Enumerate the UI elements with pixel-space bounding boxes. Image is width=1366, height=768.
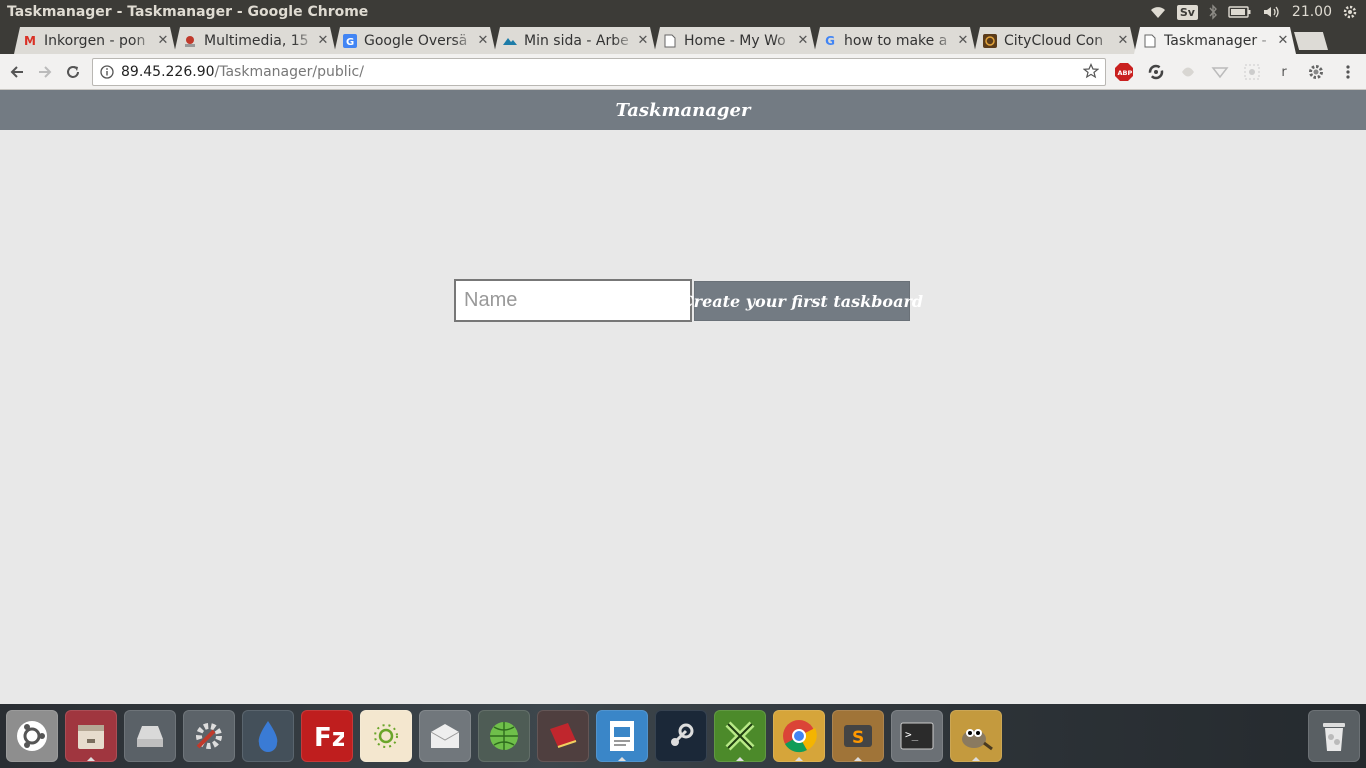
bookmark-star-icon[interactable] bbox=[1082, 63, 1100, 83]
forward-arrow-icon bbox=[39, 66, 52, 78]
terminal-icon[interactable]: >_ bbox=[891, 710, 943, 762]
reload-icon bbox=[67, 66, 79, 78]
system-tray: Sv 21.00 bbox=[1149, 4, 1366, 20]
google-icon: G bbox=[825, 33, 835, 48]
book-icon[interactable] bbox=[537, 710, 589, 762]
tab-multimedia[interactable]: Multimedia, 15 ✕ bbox=[174, 27, 336, 54]
tab-min-sida[interactable]: Min sida - Arbe ✕ bbox=[494, 27, 656, 54]
sync-icon[interactable] bbox=[1147, 63, 1165, 81]
gimp-icon[interactable] bbox=[950, 710, 1002, 762]
sublime-text-icon[interactable]: S bbox=[832, 710, 884, 762]
ubuntu-home-icon[interactable] bbox=[6, 710, 58, 762]
browser-tab-strip: M Inkorgen - pon ✕ Multimedia, 15 ✕ G Go… bbox=[0, 24, 1366, 64]
tab-close-icon[interactable]: ✕ bbox=[1276, 33, 1290, 48]
citycloud-icon bbox=[982, 33, 998, 49]
multimedia-icon bbox=[182, 33, 198, 49]
mail-icon[interactable] bbox=[419, 710, 471, 762]
clock[interactable]: 21.00 bbox=[1292, 4, 1332, 20]
tab-label: Inkorgen - pon bbox=[44, 32, 146, 49]
r-icon[interactable]: r bbox=[1275, 63, 1293, 81]
grid-icon[interactable] bbox=[1243, 63, 1261, 81]
liquid-drop-icon[interactable] bbox=[242, 710, 294, 762]
page-icon bbox=[1142, 33, 1158, 49]
tab-label: Min sida - Arbe bbox=[524, 32, 629, 49]
tab-citycloud[interactable]: CityCloud Con ✕ bbox=[974, 27, 1136, 54]
settings-icon[interactable] bbox=[1307, 63, 1325, 81]
tab-close-icon[interactable]: ✕ bbox=[156, 33, 170, 48]
tab-google-search[interactable]: G how to make a ✕ bbox=[814, 27, 976, 54]
tab-home-my-work[interactable]: Home - My Wo ✕ bbox=[654, 27, 816, 54]
os-top-panel: Taskmanager - Taskmanager - Google Chrom… bbox=[0, 0, 1366, 24]
browser-toolbar: 89.45.226.90/Taskmanager/public/ ABP r bbox=[0, 54, 1366, 90]
session-gear-icon[interactable] bbox=[1342, 4, 1358, 20]
back-arrow-icon bbox=[10, 66, 23, 78]
new-tab-button[interactable] bbox=[1294, 32, 1328, 50]
tab-label: Home - My Wo bbox=[684, 32, 786, 49]
tab-close-icon[interactable]: ✕ bbox=[956, 33, 970, 48]
tab-label: Google Översä bbox=[364, 32, 468, 49]
tab-close-icon[interactable]: ✕ bbox=[1116, 33, 1130, 48]
svg-text:Fz: Fz bbox=[314, 723, 344, 753]
adblock-icon[interactable]: ABP bbox=[1115, 63, 1133, 81]
filezilla-icon[interactable]: Fz bbox=[301, 710, 353, 762]
wifi-icon[interactable] bbox=[1149, 5, 1167, 19]
arbetsformedlingen-icon bbox=[502, 33, 518, 49]
keyboard-layout-indicator[interactable]: Sv bbox=[1176, 4, 1198, 20]
tab-close-icon[interactable]: ✕ bbox=[636, 33, 650, 48]
back-button[interactable] bbox=[6, 61, 28, 83]
battery-icon[interactable] bbox=[1228, 5, 1252, 19]
xchat-icon[interactable] bbox=[714, 710, 766, 762]
volume-icon[interactable] bbox=[1262, 5, 1282, 19]
tab-close-icon[interactable]: ✕ bbox=[316, 33, 330, 48]
site-info-icon[interactable] bbox=[93, 65, 121, 79]
page-content: Create your first taskboard bbox=[0, 130, 1366, 704]
sunflower-icon[interactable] bbox=[360, 710, 412, 762]
google-translate-icon: G bbox=[342, 33, 358, 49]
taskboard-name-input[interactable] bbox=[454, 279, 692, 322]
url-host: 89.45.226.90 bbox=[121, 64, 215, 80]
svg-text:S: S bbox=[852, 728, 864, 748]
reload-button[interactable] bbox=[62, 61, 84, 83]
tab-close-icon[interactable]: ✕ bbox=[476, 33, 490, 48]
steam-icon[interactable] bbox=[655, 710, 707, 762]
svg-text:G: G bbox=[346, 37, 354, 48]
tab-label: Multimedia, 15 bbox=[204, 32, 309, 49]
pocket-icon[interactable] bbox=[1179, 63, 1197, 81]
app-header: Taskmanager bbox=[0, 90, 1366, 130]
bluetooth-icon[interactable] bbox=[1208, 4, 1218, 20]
chrome-icon[interactable] bbox=[773, 710, 825, 762]
writer-icon[interactable] bbox=[596, 710, 648, 762]
tab-google-translate[interactable]: G Google Översä ✕ bbox=[334, 27, 496, 54]
trash-icon[interactable] bbox=[1308, 710, 1360, 762]
tab-label: how to make a bbox=[844, 32, 948, 49]
files-icon[interactable] bbox=[65, 710, 117, 762]
create-taskboard-button[interactable]: Create your first taskboard bbox=[681, 281, 923, 321]
svg-text:>_: >_ bbox=[905, 728, 919, 741]
system-settings-icon[interactable] bbox=[183, 710, 235, 762]
disks-icon[interactable] bbox=[124, 710, 176, 762]
network-globe-icon[interactable] bbox=[478, 710, 530, 762]
unity-launcher: Fz S >_ bbox=[0, 704, 1366, 768]
tab-label: CityCloud Con bbox=[1004, 32, 1104, 49]
tab-label: Taskmanager - bbox=[1164, 32, 1267, 49]
tab-gmail[interactable]: M Inkorgen - pon ✕ bbox=[14, 27, 176, 54]
address-bar[interactable]: 89.45.226.90/Taskmanager/public/ bbox=[92, 58, 1106, 86]
browser-menu-icon[interactable] bbox=[1339, 63, 1357, 81]
window-title: Taskmanager - Taskmanager - Google Chrom… bbox=[7, 4, 369, 20]
tab-taskmanager[interactable]: Taskmanager - ✕ bbox=[1134, 27, 1296, 54]
svg-text:ABP: ABP bbox=[1118, 69, 1133, 77]
gmail-icon: M bbox=[24, 33, 36, 48]
page-icon bbox=[662, 33, 678, 49]
url-path: /Taskmanager/public/ bbox=[214, 64, 364, 80]
tab-close-icon[interactable]: ✕ bbox=[796, 33, 810, 48]
app-title: Taskmanager bbox=[615, 99, 751, 121]
forward-button[interactable] bbox=[34, 61, 56, 83]
shield-icon[interactable] bbox=[1211, 63, 1229, 81]
